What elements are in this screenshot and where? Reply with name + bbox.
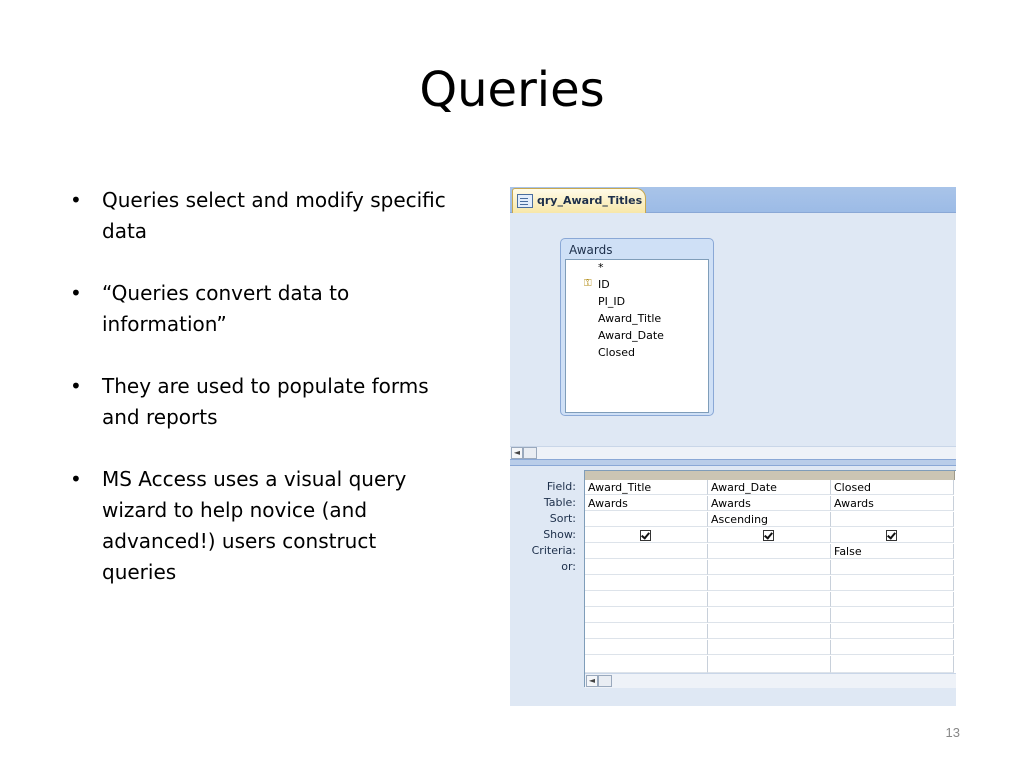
grid-cell[interactable] <box>585 592 708 607</box>
row-label-sort: Sort: <box>549 512 576 525</box>
grid-cell-or[interactable] <box>708 560 831 575</box>
column-selector[interactable] <box>708 471 832 480</box>
grid-cell[interactable] <box>831 624 954 639</box>
grid-cell[interactable] <box>585 624 708 639</box>
bullet-dot: • <box>70 467 82 491</box>
show-checkbox[interactable] <box>886 530 897 541</box>
bullet-item: • MS Access uses a visual query wizard to… <box>70 464 450 588</box>
bullet-dot: • <box>70 374 82 398</box>
bullet-item: • They are used to populate forms and rep… <box>70 371 450 433</box>
grid-cell[interactable] <box>708 640 831 655</box>
scroll-left-icon[interactable]: ◄ <box>586 675 598 687</box>
grid-cell[interactable] <box>708 656 831 673</box>
row-label-or: or: <box>561 560 576 573</box>
query-tab[interactable]: qry_Award_Titles <box>512 188 646 213</box>
grid-cell-table[interactable]: Awards <box>708 496 831 511</box>
grid-cell-or[interactable] <box>831 560 954 575</box>
grid-cell-sort[interactable] <box>831 512 954 527</box>
scroll-thumb[interactable] <box>598 675 612 687</box>
bullet-text: “Queries convert data to information” <box>102 281 350 336</box>
scroll-thumb[interactable] <box>523 447 537 459</box>
bullet-dot: • <box>70 281 82 305</box>
pane-splitter[interactable] <box>510 459 956 466</box>
column-selector[interactable] <box>585 471 709 480</box>
field-item[interactable]: PI_ID <box>598 295 625 308</box>
bullet-item: • “Queries convert data to information” <box>70 278 450 340</box>
grid-scrollbar[interactable]: ◄ <box>585 673 956 688</box>
field-item[interactable]: Award_Title <box>598 312 661 325</box>
show-checkbox[interactable] <box>640 530 651 541</box>
field-item[interactable]: ID <box>598 278 610 291</box>
row-label-table: Table: <box>543 496 576 509</box>
grid-cell-criteria[interactable] <box>708 544 831 559</box>
bullet-list: • Queries select and modify specific data… <box>70 185 450 619</box>
query-design-grid: Award_Title Awards Award_Date Awards Asc… <box>584 470 956 688</box>
design-grid-pane: Field: Table: Sort: Show: Criteria: or: … <box>510 466 956 706</box>
grid-cell[interactable] <box>831 592 954 607</box>
table-field-list[interactable]: Awards * ⚿ ID PI_ID Award_Title Award_Da… <box>560 238 714 416</box>
row-label-field: Field: <box>546 480 576 493</box>
row-label-criteria: Criteria: <box>531 544 576 557</box>
grid-cell-criteria[interactable] <box>585 544 708 559</box>
page-number: 13 <box>945 725 960 740</box>
grid-cell[interactable] <box>708 592 831 607</box>
field-list-box: * ⚿ ID PI_ID Award_Title Award_Date Clos… <box>565 259 709 413</box>
query-icon <box>517 194 533 208</box>
grid-cell-field[interactable]: Closed <box>831 480 954 495</box>
primary-key-icon: ⚿ <box>584 278 592 289</box>
grid-cell[interactable] <box>708 576 831 591</box>
scroll-left-icon[interactable]: ◄ <box>511 447 523 459</box>
bullet-text: MS Access uses a visual query wizard to … <box>102 467 407 584</box>
grid-cell-field[interactable]: Award_Title <box>585 480 708 495</box>
column-selector[interactable] <box>831 471 955 480</box>
grid-cell-table[interactable]: Awards <box>831 496 954 511</box>
grid-cell[interactable] <box>585 576 708 591</box>
grid-cell-sort[interactable] <box>585 512 708 527</box>
grid-cell[interactable] <box>831 640 954 655</box>
table-pane-scrollbar[interactable]: ◄ <box>510 446 956 459</box>
document-tab-bar: qry_Award_Titles <box>510 187 956 213</box>
row-label-show: Show: <box>543 528 576 541</box>
grid-cell[interactable] <box>708 624 831 639</box>
bullet-item: • Queries select and modify specific data <box>70 185 450 247</box>
table-name: Awards <box>569 243 613 257</box>
grid-cell[interactable] <box>585 640 708 655</box>
grid-cell[interactable] <box>831 656 954 673</box>
grid-cell-criteria[interactable]: False <box>831 544 954 559</box>
grid-cell-show <box>831 528 954 543</box>
grid-cell[interactable] <box>585 656 708 673</box>
bullet-text: They are used to populate forms and repo… <box>102 374 429 429</box>
field-item[interactable]: Award_Date <box>598 329 664 342</box>
grid-cell[interactable] <box>831 608 954 623</box>
slide-title: Queries <box>419 62 605 118</box>
table-pane: Awards * ⚿ ID PI_ID Award_Title Award_Da… <box>510 213 956 446</box>
bullet-dot: • <box>70 188 82 212</box>
grid-cell-show <box>585 528 708 543</box>
grid-cell[interactable] <box>708 608 831 623</box>
field-item[interactable]: Closed <box>598 346 635 359</box>
grid-cell-or[interactable] <box>585 560 708 575</box>
grid-cell[interactable] <box>585 608 708 623</box>
grid-cell-field[interactable]: Award_Date <box>708 480 831 495</box>
field-item-all[interactable]: * <box>598 261 604 274</box>
grid-cell-sort[interactable]: Ascending <box>708 512 831 527</box>
show-checkbox[interactable] <box>763 530 774 541</box>
access-query-designer: qry_Award_Titles Awards * ⚿ ID PI_ID Awa… <box>510 187 956 706</box>
query-tab-label: qry_Award_Titles <box>537 194 643 207</box>
bullet-text: Queries select and modify specific data <box>102 188 446 243</box>
grid-cell-table[interactable]: Awards <box>585 496 708 511</box>
grid-cell[interactable] <box>831 576 954 591</box>
grid-cell-show <box>708 528 831 543</box>
